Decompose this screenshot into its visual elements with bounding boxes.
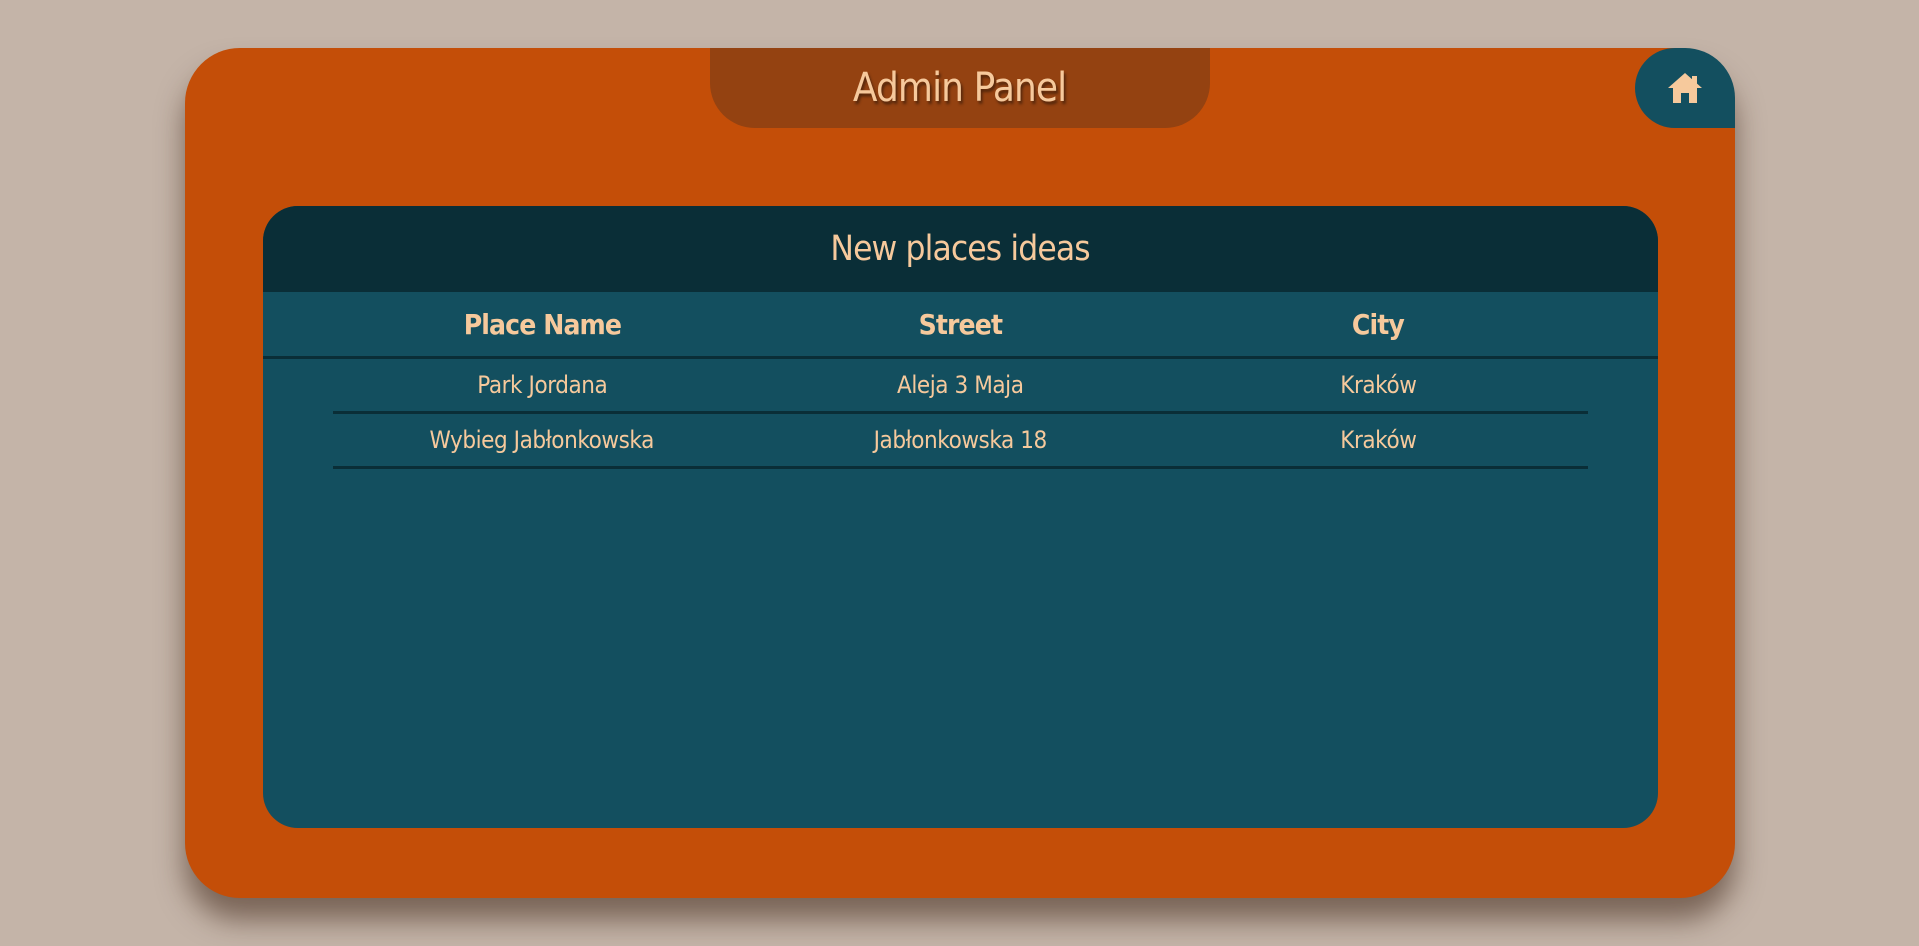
- card-header: New places ideas: [263, 206, 1658, 292]
- column-header-place-name: Place Name: [463, 307, 621, 341]
- table-body: Park Jordana Aleja 3 Maja Kraków Wybieg …: [263, 359, 1658, 469]
- cell-place-name: Park Jordana: [476, 371, 608, 399]
- places-card: New places ideas Place Name Street City …: [263, 206, 1658, 828]
- table-header-row: Place Name Street City: [263, 292, 1658, 359]
- table-row[interactable]: Wybieg Jabłonkowska Jabłonkowska 18 Krak…: [333, 414, 1588, 469]
- cell-city: Kraków: [1339, 371, 1417, 399]
- home-icon: [1666, 71, 1704, 105]
- cell-city: Kraków: [1339, 426, 1417, 454]
- card-title: New places ideas: [830, 229, 1091, 269]
- cell-street: Jabłonkowska 18: [873, 426, 1047, 454]
- admin-panel: Admin Panel New places ideas Place Name …: [185, 48, 1735, 898]
- home-button[interactable]: [1635, 48, 1735, 128]
- column-header-street: Street: [918, 307, 1002, 341]
- column-header-city: City: [1351, 307, 1405, 341]
- table-row[interactable]: Park Jordana Aleja 3 Maja Kraków: [333, 359, 1588, 414]
- cell-street: Aleja 3 Maja: [896, 371, 1024, 399]
- title-tab: Admin Panel: [710, 48, 1210, 128]
- page-title: Admin Panel: [853, 65, 1067, 111]
- cell-place-name: Wybieg Jabłonkowska: [429, 426, 655, 454]
